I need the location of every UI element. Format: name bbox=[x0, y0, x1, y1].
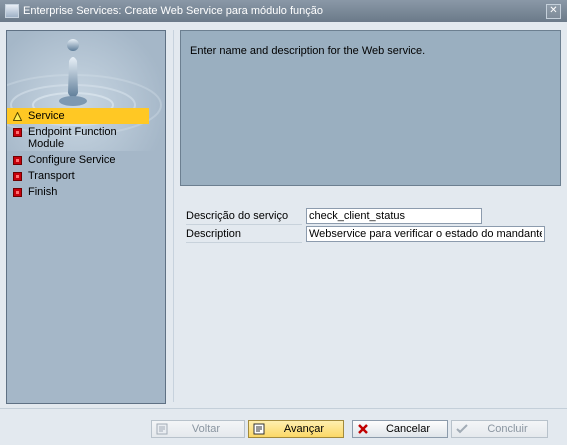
wizard-window: Enterprise Services: Create Web Service … bbox=[0, 0, 567, 445]
step-label: Endpoint Function Module bbox=[28, 126, 117, 150]
water-drop-decoration bbox=[7, 31, 165, 403]
description-input[interactable] bbox=[306, 226, 545, 242]
cancel-x-icon bbox=[358, 424, 368, 434]
back-button[interactable]: Voltar bbox=[151, 420, 245, 438]
button-bar-divider bbox=[0, 408, 567, 409]
step-label: Configure Service bbox=[28, 154, 116, 166]
service-desc-input[interactable] bbox=[306, 208, 482, 224]
finish-button[interactable]: Concluir bbox=[451, 420, 548, 438]
window-title: Enterprise Services: Create Web Service … bbox=[23, 5, 323, 17]
instruction-text: Enter name and description for the Web s… bbox=[190, 45, 426, 57]
step-label: Service bbox=[28, 110, 65, 122]
next-icon bbox=[253, 423, 265, 435]
cancel-button-label: Cancelar bbox=[385, 423, 431, 435]
back-icon bbox=[156, 423, 168, 435]
step-configure-service[interactable]: Configure Service bbox=[7, 152, 165, 168]
title-bar: Enterprise Services: Create Web Service … bbox=[0, 0, 567, 22]
check-icon bbox=[456, 424, 468, 434]
service-desc-row: Descrição do serviço bbox=[186, 208, 482, 225]
error-icon bbox=[13, 156, 22, 165]
wizard-steps-panel: Service Endpoint Function Module Configu… bbox=[6, 30, 166, 404]
wizard-steps-list: Service Endpoint Function Module Configu… bbox=[7, 108, 165, 200]
window-icon bbox=[5, 4, 19, 18]
description-label: Description bbox=[186, 226, 302, 243]
service-desc-label: Descrição do serviço bbox=[186, 208, 302, 225]
cancel-button[interactable]: Cancelar bbox=[352, 420, 448, 438]
panel-divider bbox=[173, 30, 174, 402]
error-icon bbox=[13, 188, 22, 197]
step-endpoint-function-module[interactable]: Endpoint Function Module bbox=[7, 124, 165, 152]
next-button[interactable]: Avançar bbox=[248, 420, 344, 438]
description-row: Description bbox=[186, 226, 545, 243]
error-icon bbox=[13, 172, 22, 181]
warning-icon bbox=[13, 112, 22, 121]
instruction-panel: Enter name and description for the Web s… bbox=[180, 30, 561, 186]
close-icon[interactable]: ✕ bbox=[546, 4, 561, 19]
service-form: Descrição do serviço Description bbox=[180, 186, 561, 401]
step-label: Transport bbox=[28, 170, 75, 182]
finish-button-label: Concluir bbox=[487, 423, 528, 435]
back-button-label: Voltar bbox=[191, 423, 221, 435]
step-label: Finish bbox=[28, 186, 58, 198]
step-transport[interactable]: Transport bbox=[7, 168, 165, 184]
step-service[interactable]: Service bbox=[7, 108, 149, 124]
next-button-label: Avançar bbox=[283, 423, 325, 435]
step-finish[interactable]: Finish bbox=[7, 184, 165, 200]
error-icon bbox=[13, 128, 22, 137]
